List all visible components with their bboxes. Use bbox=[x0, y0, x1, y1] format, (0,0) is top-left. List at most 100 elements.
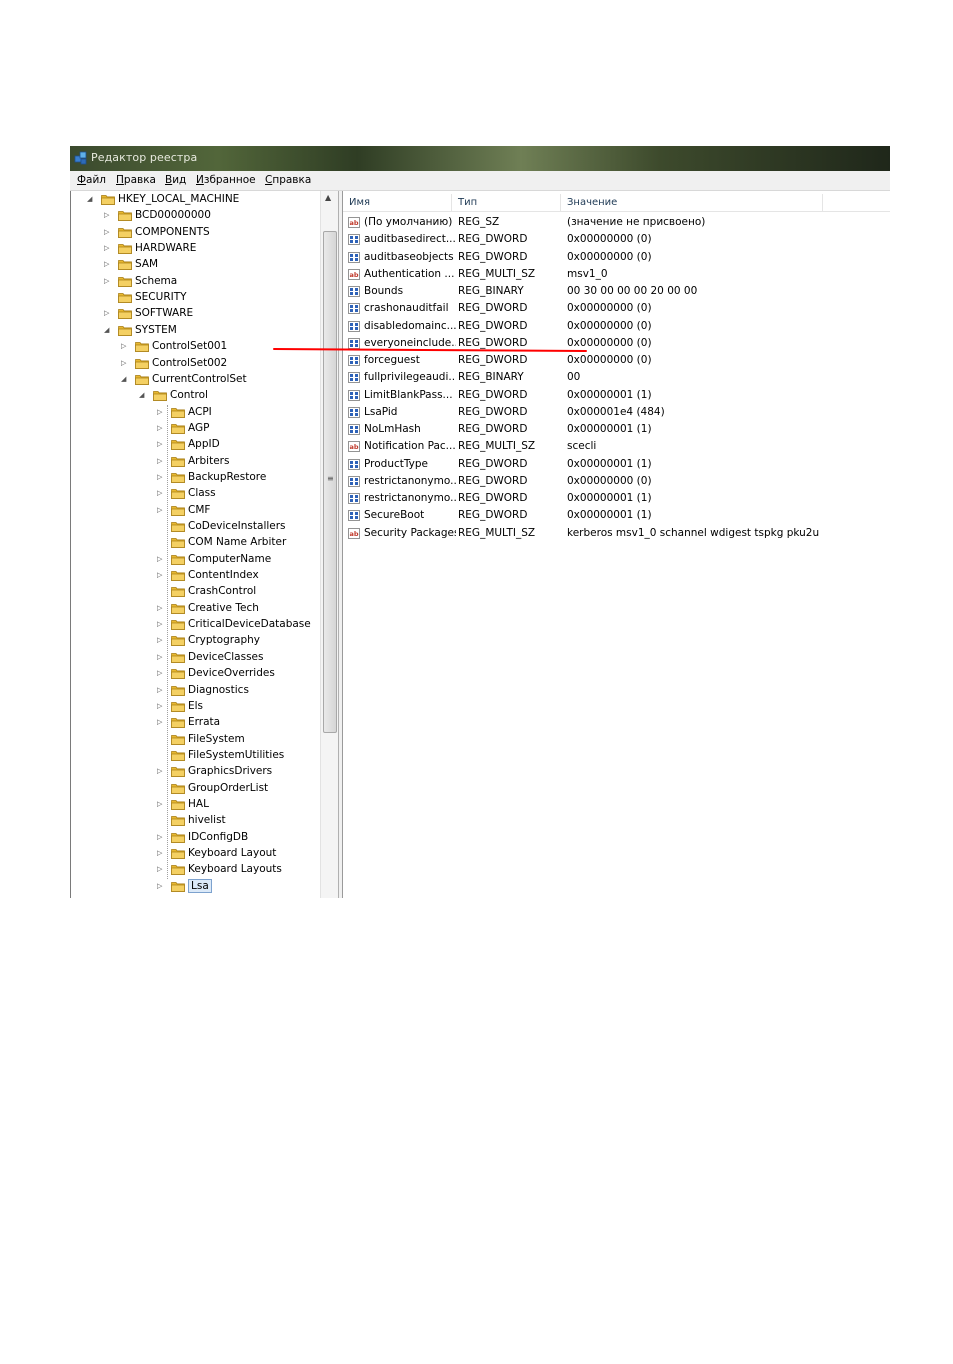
tree-node[interactable]: ▷ HARDWARE bbox=[71, 241, 321, 257]
expand-arrow-icon[interactable]: ▷ bbox=[104, 228, 112, 236]
expand-arrow-icon[interactable]: ▷ bbox=[157, 865, 165, 873]
expand-arrow-icon[interactable]: ▷ bbox=[157, 767, 165, 775]
expand-arrow-icon[interactable]: ▷ bbox=[104, 244, 112, 252]
expand-arrow-icon[interactable]: ▷ bbox=[157, 849, 165, 857]
expand-arrow-icon[interactable]: ▷ bbox=[104, 309, 112, 317]
tree-node[interactable]: GroupOrderList bbox=[71, 781, 321, 797]
tree-node[interactable]: CrashControl bbox=[71, 584, 321, 600]
tree-node[interactable]: ◢ Control bbox=[71, 388, 321, 404]
collapse-arrow-icon[interactable]: ◢ bbox=[139, 391, 147, 399]
registry-value-row[interactable]: NoLmHash REG_DWORD 0x00000001 (1) bbox=[343, 421, 890, 438]
expand-arrow-icon[interactable]: ▷ bbox=[157, 571, 165, 579]
tree-node[interactable]: ▷ ComputerName bbox=[71, 552, 321, 568]
tree-node[interactable]: ▷ Keyboard Layout bbox=[71, 846, 321, 862]
expand-arrow-icon[interactable]: ▷ bbox=[157, 424, 165, 432]
expand-arrow-icon[interactable]: ▷ bbox=[157, 718, 165, 726]
expand-arrow-icon[interactable]: ▷ bbox=[157, 882, 165, 890]
registry-value-row[interactable]: auditbaseobjects REG_DWORD 0x00000000 (0) bbox=[343, 249, 890, 266]
title-bar[interactable]: Редактор реестра bbox=[70, 146, 890, 171]
tree-node[interactable]: ▷ Errata bbox=[71, 715, 321, 731]
tree-scrollbar[interactable]: ▲ ≡ bbox=[320, 191, 338, 898]
collapse-arrow-icon[interactable]: ◢ bbox=[104, 326, 112, 334]
tree-node[interactable]: ▷ ContentIndex bbox=[71, 568, 321, 584]
expand-arrow-icon[interactable]: ▷ bbox=[121, 359, 129, 367]
registry-value-row[interactable]: restrictanonymo... REG_DWORD 0x00000000 (0… bbox=[343, 473, 890, 490]
menu-view[interactable]: Вид bbox=[165, 174, 186, 186]
tree-node[interactable]: ▷ CriticalDeviceDatabase bbox=[71, 617, 321, 633]
registry-tree[interactable]: ◢ HKEY_LOCAL_MACHINE ▷ BCD00000000 ▷ COMPONEN… bbox=[70, 191, 339, 898]
registry-value-row[interactable]: fullprivilegeaudi... REG_BINARY 00 bbox=[343, 369, 890, 386]
tree-node[interactable]: ▷ SAM bbox=[71, 257, 321, 273]
tree-node[interactable]: ▷ AGP bbox=[71, 421, 321, 437]
registry-value-row[interactable]: crashonauditfail REG_DWORD 0x00000000 (0) bbox=[343, 300, 890, 317]
tree-node[interactable]: ◢ SYSTEM bbox=[71, 323, 321, 339]
tree-node[interactable]: ▷ Els bbox=[71, 699, 321, 715]
tree-node[interactable]: FileSystem bbox=[71, 732, 321, 748]
tree-node[interactable]: ▷ Diagnostics bbox=[71, 683, 321, 699]
tree-node[interactable]: ▷ Arbiters bbox=[71, 454, 321, 470]
expand-arrow-icon[interactable]: ▷ bbox=[157, 506, 165, 514]
expand-arrow-icon[interactable]: ▷ bbox=[157, 555, 165, 563]
expand-arrow-icon[interactable]: ▷ bbox=[157, 440, 165, 448]
expand-arrow-icon[interactable]: ▷ bbox=[157, 408, 165, 416]
expand-arrow-icon[interactable]: ▷ bbox=[104, 277, 112, 285]
tree-node[interactable]: ▷ CMF bbox=[71, 503, 321, 519]
registry-value-row[interactable]: ab Security Packages REG_MULTI_SZ kerberos … bbox=[343, 525, 890, 542]
column-value-header[interactable]: Значение bbox=[561, 194, 823, 211]
collapse-arrow-icon[interactable]: ◢ bbox=[87, 195, 95, 203]
registry-value-row[interactable]: Bounds REG_BINARY 00 30 00 00 00 20 00 00 bbox=[343, 283, 890, 300]
expand-arrow-icon[interactable]: ▷ bbox=[157, 457, 165, 465]
tree-node[interactable]: ▷ IDConfigDB bbox=[71, 830, 321, 846]
tree-node[interactable]: ▷ COMPONENTS bbox=[71, 225, 321, 241]
menu-edit[interactable]: Правка bbox=[116, 174, 156, 186]
tree-node[interactable]: ▷ BCD00000000 bbox=[71, 208, 321, 224]
tree-node[interactable]: ▷ AppID bbox=[71, 437, 321, 453]
registry-value-row[interactable]: ab (По умолчанию) REG_SZ (значение не присв… bbox=[343, 214, 890, 231]
menu-file[interactable]: Файл bbox=[77, 174, 106, 186]
expand-arrow-icon[interactable]: ▷ bbox=[157, 800, 165, 808]
expand-arrow-icon[interactable]: ▷ bbox=[157, 620, 165, 628]
expand-arrow-icon[interactable]: ▷ bbox=[157, 833, 165, 841]
column-type-header[interactable]: Тип bbox=[452, 194, 561, 211]
expand-arrow-icon[interactable]: ▷ bbox=[157, 473, 165, 481]
registry-value-row[interactable]: LimitBlankPass... REG_DWORD 0x00000001 (1) bbox=[343, 387, 890, 404]
tree-node[interactable]: ▷ HAL bbox=[71, 797, 321, 813]
expand-arrow-icon[interactable]: ▷ bbox=[157, 669, 165, 677]
expand-arrow-icon[interactable]: ▷ bbox=[157, 702, 165, 710]
registry-value-row[interactable]: ab Notification Pac... REG_MULTI_SZ scecli bbox=[343, 438, 890, 455]
expand-arrow-icon[interactable]: ▷ bbox=[104, 260, 112, 268]
registry-value-row[interactable]: ProductType REG_DWORD 0x00000001 (1) bbox=[343, 456, 890, 473]
expand-arrow-icon[interactable]: ▷ bbox=[157, 489, 165, 497]
tree-node[interactable]: ▷ Keyboard Layouts bbox=[71, 862, 321, 878]
expand-arrow-icon[interactable]: ▷ bbox=[157, 653, 165, 661]
registry-value-row[interactable]: SecureBoot REG_DWORD 0x00000001 (1) bbox=[343, 507, 890, 524]
tree-node[interactable]: ▷ ACPI bbox=[71, 405, 321, 421]
tree-node[interactable]: ▷ ControlSet002 bbox=[71, 356, 321, 372]
tree-node[interactable]: ▷ Lsa bbox=[71, 878, 321, 895]
expand-arrow-icon[interactable]: ▷ bbox=[157, 604, 165, 612]
registry-value-row[interactable]: forceguest REG_DWORD 0x00000000 (0) bbox=[343, 352, 890, 369]
expand-arrow-icon[interactable]: ▷ bbox=[157, 686, 165, 694]
scroll-up-arrow-icon[interactable]: ▲ bbox=[325, 193, 331, 202]
menu-favorites[interactable]: Избранное bbox=[196, 174, 256, 186]
registry-value-row[interactable]: disabledomainc... REG_DWORD 0x00000000 (0) bbox=[343, 318, 890, 335]
menu-help[interactable]: Справка bbox=[265, 174, 311, 186]
tree-node[interactable]: ▷ Schema bbox=[71, 274, 321, 290]
tree-node[interactable]: ▷ GraphicsDrivers bbox=[71, 764, 321, 780]
tree-node[interactable]: CoDeviceInstallers bbox=[71, 519, 321, 535]
tree-node[interactable]: ▷ Creative Tech bbox=[71, 601, 321, 617]
registry-value-row[interactable]: restrictanonymo... REG_DWORD 0x00000001 (1… bbox=[343, 490, 890, 507]
tree-node[interactable]: FileSystemUtilities bbox=[71, 748, 321, 764]
registry-value-row[interactable]: auditbasedirect... REG_DWORD 0x00000000 (0… bbox=[343, 231, 890, 248]
column-name-header[interactable]: Имя bbox=[343, 194, 452, 211]
tree-node[interactable]: ▷ Class bbox=[71, 486, 321, 502]
tree-node[interactable]: hivelist bbox=[71, 813, 321, 829]
tree-node[interactable]: ◢ HKEY_LOCAL_MACHINE bbox=[71, 192, 321, 208]
collapse-arrow-icon[interactable]: ◢ bbox=[121, 375, 129, 383]
tree-node[interactable]: ▷ SOFTWARE bbox=[71, 306, 321, 322]
tree-node[interactable]: ▷ DeviceClasses bbox=[71, 650, 321, 666]
expand-arrow-icon[interactable]: ▷ bbox=[121, 342, 129, 350]
tree-node[interactable]: ▷ BackupRestore bbox=[71, 470, 321, 486]
tree-node[interactable]: ▷ Cryptography bbox=[71, 633, 321, 649]
tree-node[interactable]: ◢ CurrentControlSet bbox=[71, 372, 321, 388]
